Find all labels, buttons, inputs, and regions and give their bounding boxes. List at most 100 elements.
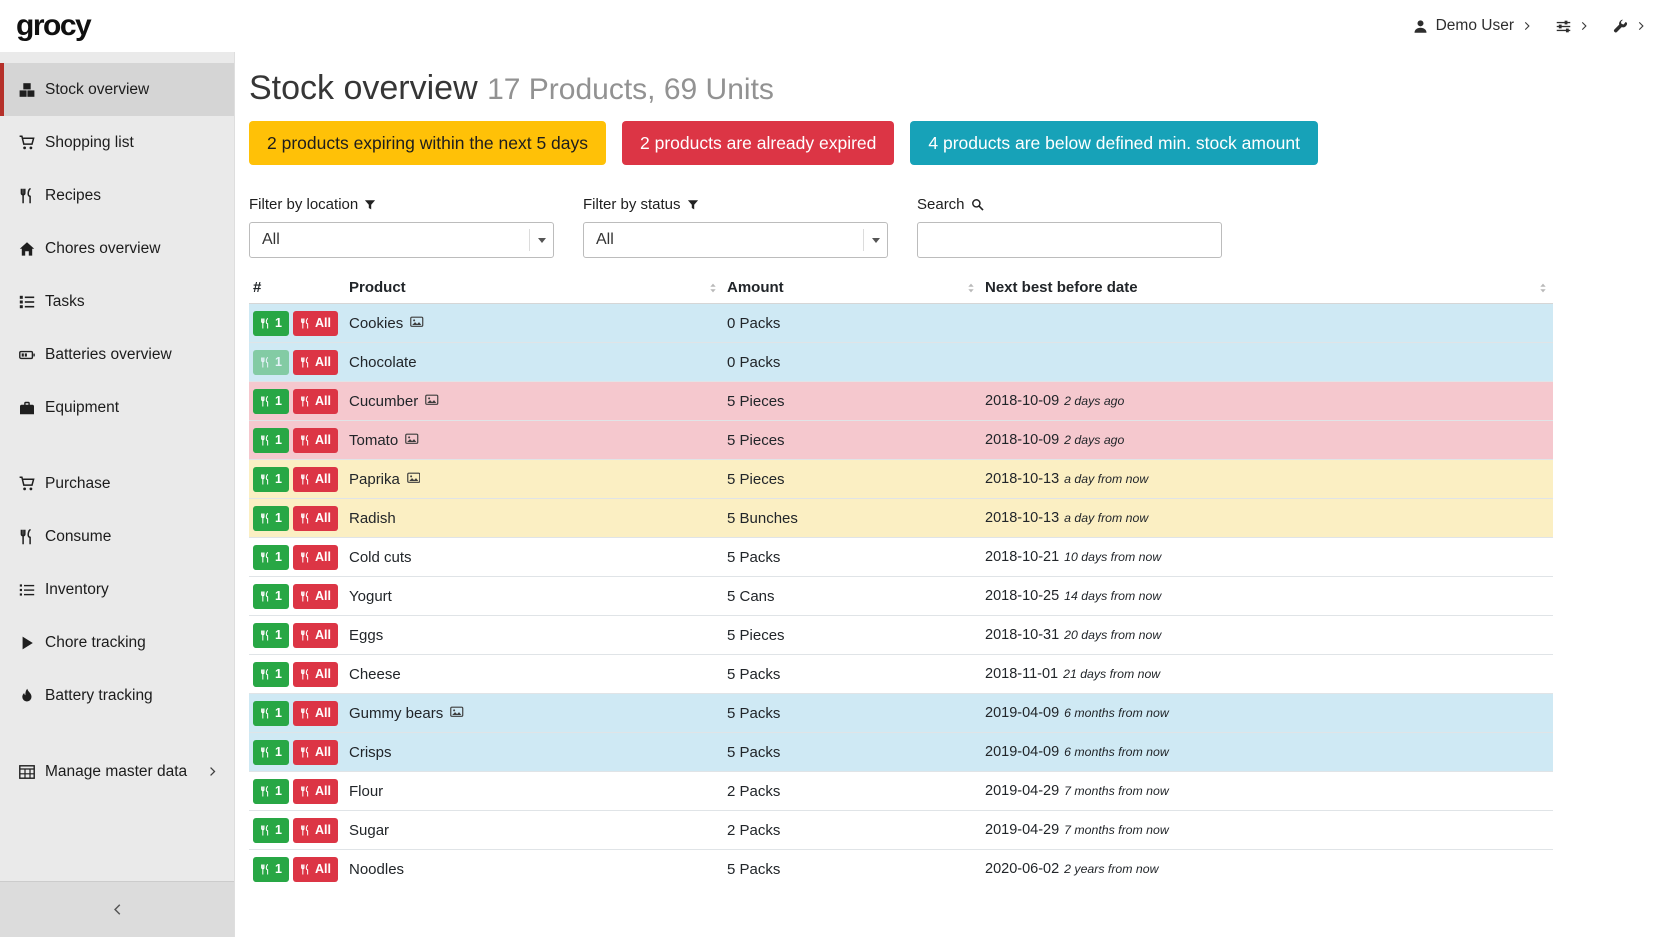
consume-all-button[interactable]: All [293, 350, 338, 375]
column-header-product[interactable]: Product [345, 272, 723, 304]
sidebar-item-shopping-list[interactable]: Shopping list [0, 116, 234, 169]
consume-all-button[interactable]: All [293, 623, 338, 648]
utensils-icon [260, 513, 271, 524]
consume-all-button[interactable]: All [293, 818, 338, 843]
admin-menu[interactable] [1613, 19, 1646, 34]
utensils-icon [300, 708, 311, 719]
relative-time: 14 days from now [1064, 589, 1161, 603]
consume-all-button[interactable]: All [293, 662, 338, 687]
utensils-icon [300, 825, 311, 836]
stock-row: 1AllRadish5 Bunches2018-10-13a day from … [249, 499, 1553, 538]
consume-all-button[interactable]: All [293, 506, 338, 531]
filter-icon [687, 199, 699, 211]
consume-all-button[interactable]: All [293, 740, 338, 765]
consume-all-button[interactable]: All [293, 857, 338, 882]
sidebar-item-purchase[interactable]: Purchase [0, 457, 234, 510]
utensils-icon [260, 396, 271, 407]
consume-one-button[interactable]: 1 [253, 506, 289, 531]
stock-alert-info-button[interactable]: 4 products are below defined min. stock … [910, 121, 1318, 165]
search-label: Search [917, 196, 1222, 213]
consume-all-button[interactable]: All [293, 389, 338, 414]
utensils-icon [260, 747, 271, 758]
consume-one-button[interactable]: 1 [253, 584, 289, 609]
sidebar-item-battery-tracking[interactable]: Battery tracking [0, 669, 234, 722]
best-before-date: 2018-10-13 [985, 510, 1059, 526]
product-amount: 5 Packs [723, 850, 981, 889]
sidebar-item-manage-master-data[interactable]: Manage master data [0, 745, 234, 798]
consume-one-button[interactable]: 1 [253, 662, 289, 687]
consume-all-button[interactable]: All [293, 428, 338, 453]
relative-time: 7 months from now [1064, 823, 1169, 837]
consume-one-button[interactable]: 1 [253, 740, 289, 765]
stock-alert-danger-button[interactable]: 2 products are already expired [622, 121, 894, 165]
sidebar-item-chores-overview[interactable]: Chores overview [0, 222, 234, 275]
search-input[interactable] [917, 222, 1222, 258]
product-amount: 5 Bunches [723, 499, 981, 538]
stock-row: 1AllCrisps5 Packs2019-04-096 months from… [249, 733, 1553, 772]
sidebar-item-label: Consume [45, 528, 111, 546]
best-before-date: 2019-04-09 [985, 705, 1059, 721]
consume-one-button[interactable]: 1 [253, 389, 289, 414]
relative-time: 10 days from now [1064, 550, 1161, 564]
product-amount: 5 Pieces [723, 460, 981, 499]
consume-all-button[interactable]: All [293, 545, 338, 570]
consume-one-button[interactable]: 1 [253, 350, 289, 375]
relative-time: 21 days from now [1063, 667, 1160, 681]
consume-one-button[interactable]: 1 [253, 818, 289, 843]
sidebar-item-recipes[interactable]: Recipes [0, 169, 234, 222]
sidebar-item-label: Equipment [45, 399, 119, 417]
consume-one-button[interactable]: 1 [253, 467, 289, 492]
user-menu[interactable]: Demo User [1413, 17, 1532, 35]
sidebar-item-label: Shopping list [45, 134, 134, 152]
sidebar-item-tasks[interactable]: Tasks [0, 275, 234, 328]
stock-alert-warning-button[interactable]: 2 products expiring within the next 5 da… [249, 121, 606, 165]
stock-row: 1AllPaprika5 Pieces2018-10-13a day from … [249, 460, 1553, 499]
consume-all-button[interactable]: All [293, 584, 338, 609]
utensils-icon [260, 825, 271, 836]
chevron-right-icon [1579, 21, 1589, 31]
relative-time: 20 days from now [1064, 628, 1161, 642]
tasks-icon [16, 294, 37, 310]
sidebar-item-equipment[interactable]: Equipment [0, 381, 234, 434]
product-name: Sugar [345, 811, 723, 850]
consume-one-button[interactable]: 1 [253, 857, 289, 882]
best-before-date: 2018-10-21 [985, 549, 1059, 565]
consume-one-button[interactable]: 1 [253, 545, 289, 570]
consume-one-button[interactable]: 1 [253, 701, 289, 726]
status-filter-select[interactable]: All [583, 222, 888, 258]
sidebar-item-inventory[interactable]: Inventory [0, 563, 234, 616]
column-header-amount[interactable]: Amount [723, 272, 981, 304]
sidebar-item-chore-tracking[interactable]: Chore tracking [0, 616, 234, 669]
settings-menu[interactable] [1556, 19, 1589, 34]
product-name: Yogurt [345, 577, 723, 616]
product-name: Flour [345, 772, 723, 811]
relative-time: 2 days ago [1064, 433, 1124, 447]
consume-all-button[interactable]: All [293, 311, 338, 336]
best-before-date: 2019-04-29 [985, 783, 1059, 799]
sidebar-collapse-button[interactable] [0, 881, 234, 937]
fire-icon [16, 688, 37, 704]
consume-one-button[interactable]: 1 [253, 311, 289, 336]
consume-one-button[interactable]: 1 [253, 428, 289, 453]
column-header-date[interactable]: Next best before date [981, 272, 1553, 304]
stock-table-body: 1AllCookies0 Packs1AllChocolate0 Packs1A… [249, 304, 1553, 889]
best-before-date: 2020-06-02 [985, 861, 1059, 877]
consume-one-button[interactable]: 1 [253, 779, 289, 804]
sort-icon[interactable] [1537, 282, 1549, 294]
consume-all-button[interactable]: All [293, 467, 338, 492]
sort-icon[interactable] [707, 282, 719, 294]
sort-icon[interactable] [965, 282, 977, 294]
user-icon [1413, 19, 1428, 34]
consume-all-button[interactable]: All [293, 779, 338, 804]
relative-time: 7 months from now [1064, 784, 1169, 798]
user-name: Demo User [1436, 17, 1514, 35]
page-subtitle: 17 Products, 69 Units [487, 73, 774, 106]
sidebar-item-stock-overview[interactable]: Stock overview [0, 63, 234, 116]
sidebar-item-consume[interactable]: Consume [0, 510, 234, 563]
sidebar-item-batteries-overview[interactable]: Batteries overview [0, 328, 234, 381]
consume-all-button[interactable]: All [293, 701, 338, 726]
status-filter-value: All [596, 231, 614, 249]
location-filter-select[interactable]: All [249, 222, 554, 258]
best-before-date: 2018-10-13 [985, 471, 1059, 487]
consume-one-button[interactable]: 1 [253, 623, 289, 648]
